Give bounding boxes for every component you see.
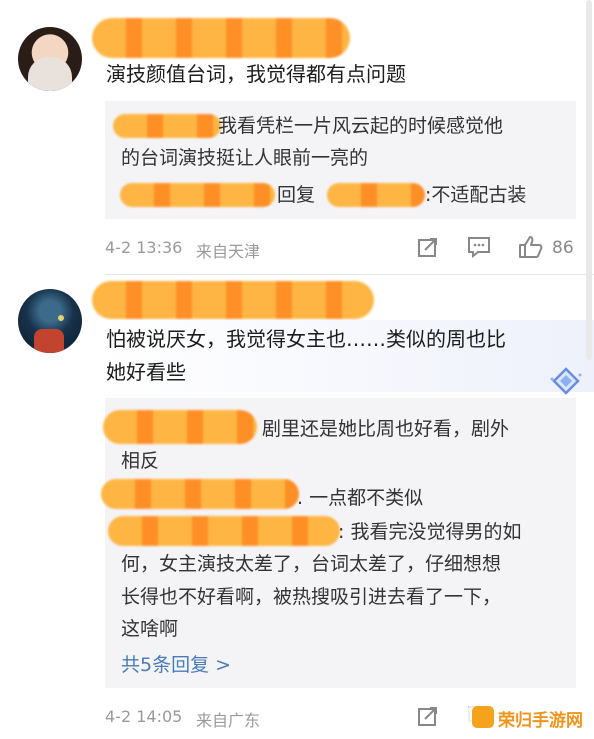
reply-text-1a: 我看凭栏一片风云起的时候感觉他 [218,115,504,137]
reply-text-2d: : 我看完没觉得男的如 [338,521,522,543]
reply-prefix: 回复 [277,184,316,206]
comment-divider [105,274,594,275]
reply-text-2g: 这啥啊 [121,618,179,640]
redacted-mention [327,183,425,207]
watermark-logo: 荣归手游网 [468,701,586,733]
redacted-reply-user [108,516,340,546]
share-icon[interactable] [417,705,439,731]
reply-text-2b: 相反 [121,450,160,472]
watermark-icon [472,706,494,728]
redacted-reply-user [101,479,299,509]
comment-icon[interactable] [467,236,491,262]
redacted-username-2 [92,281,374,319]
share-icon[interactable] [417,236,439,262]
redacted-username-1 [92,18,350,58]
redacted-reply-user [120,183,275,207]
redacted-reply-user [103,410,257,444]
redacted-reply-user [113,114,221,138]
comment-text-2a: 怕被说厌女，我觉得女主也……类似的周也比 [106,327,506,351]
comment-time-1: 4-2 13:36 [105,238,183,257]
reply-box-2: 剧里还是她比周也好看，剧外 相反 . 一点都不类似 : 我看完没觉得男的如 何，… [101,398,576,688]
comment-source-1: 来自天津 [196,242,261,261]
reply-text-2e: 何，女主演技太差了，台词太差了，仔细想想 [121,553,502,575]
avatar-user-1[interactable] [18,27,82,91]
reply-text-1b: 的台词演技挺让人眼前一亮的 [121,147,369,169]
scrollbar[interactable] [586,0,592,360]
view-more-replies-link[interactable]: 共5条回复 > [121,650,231,677]
comment-time-2: 4-2 14:05 [105,707,183,726]
reply-box-1: 我看凭栏一片风云起的时候感觉他 的台词演技挺让人眼前一亮的 回复 :不适配古装 [105,101,576,219]
watermark-text: 荣归手游网 [498,711,583,731]
comment-text-2b: 她好看些 [106,360,186,384]
diamond-icon [548,366,584,400]
avatar-user-2[interactable] [18,289,82,353]
reply-text-2c: . 一点都不类似 [297,487,424,509]
like-count-1[interactable]: 86 [552,238,574,258]
comment-source-2: 来自广东 [196,711,261,730]
reply-text-2a: 剧里还是她比周也好看，剧外 [262,418,510,440]
reply-text-2f: 长得也不好看啊，被热搜吸引进去看了一下， [121,586,502,608]
like-icon[interactable] [518,235,544,263]
comment-text-1: 演技颜值台词，我觉得都有点问题 [106,62,406,86]
reply-suffix: :不适配古装 [425,184,527,206]
